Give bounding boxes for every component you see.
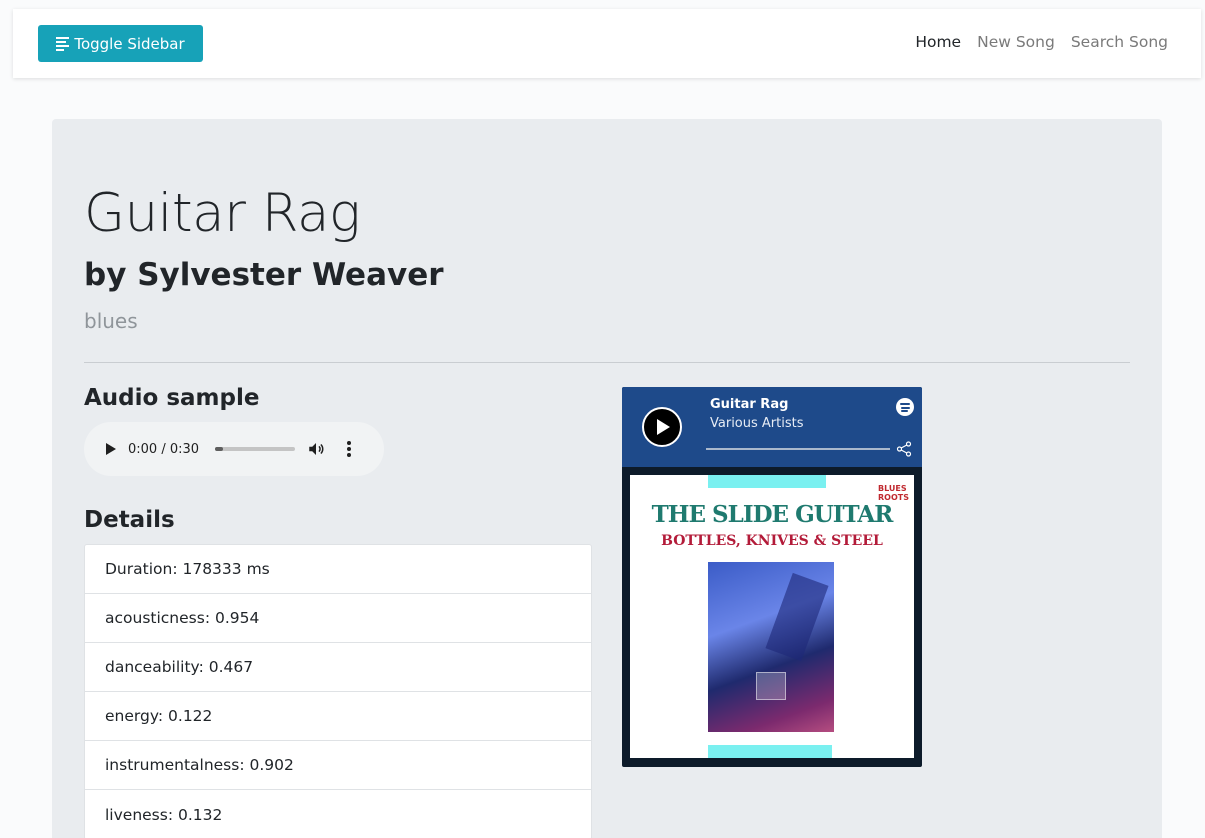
navbar: Toggle Sidebar Home New Song Search Song bbox=[13, 9, 1201, 78]
more-options-icon[interactable] bbox=[347, 441, 352, 457]
details-list: Duration: 178333 ms acousticness: 0.954 … bbox=[84, 544, 592, 838]
volume-icon[interactable] bbox=[307, 440, 325, 458]
song-genre: blues bbox=[84, 309, 138, 333]
cover-photo bbox=[708, 562, 834, 732]
song-title: Guitar Rag bbox=[84, 183, 361, 244]
song-jumbotron: Guitar Rag by Sylvester Weaver blues Aud… bbox=[52, 119, 1162, 838]
share-icon[interactable] bbox=[896, 441, 912, 457]
details-heading: Details bbox=[84, 507, 175, 533]
spotify-progress-bar[interactable] bbox=[706, 448, 890, 450]
song-artist: by Sylvester Weaver bbox=[84, 257, 444, 293]
list-item: Duration: 178333 ms bbox=[85, 545, 591, 594]
cover-decoration bbox=[708, 745, 832, 758]
spotify-play-button[interactable] bbox=[642, 407, 682, 447]
list-item: acousticness: 0.954 bbox=[85, 594, 591, 643]
spotify-logo-icon[interactable] bbox=[896, 398, 914, 416]
cover-badge: BLUES ROOTS bbox=[878, 484, 909, 502]
audio-progress-bar[interactable] bbox=[215, 447, 296, 451]
cover-subtitle-text: BOTTLES, KNIVES & STEEL bbox=[661, 533, 883, 549]
audio-time: 0:00 / 0:30 bbox=[128, 441, 200, 457]
album-cover-image[interactable]: BLUES ROOTS THE SLIDE GUITAR BOTTLES, KN… bbox=[630, 475, 914, 758]
toggle-sidebar-label: Toggle Sidebar bbox=[74, 34, 185, 53]
list-item: liveness: 0.132 bbox=[105, 805, 223, 824]
cover-title-text: THE SLIDE GUITAR bbox=[651, 501, 894, 528]
menu-icon bbox=[56, 36, 70, 51]
cover-decoration bbox=[708, 475, 826, 488]
play-icon bbox=[657, 419, 670, 435]
toggle-sidebar-button[interactable]: Toggle Sidebar bbox=[38, 25, 203, 62]
spotify-embed: Guitar Rag Various Artists BLUES ROOTS T… bbox=[622, 387, 922, 767]
play-icon[interactable] bbox=[106, 443, 116, 455]
list-item: danceability: 0.467 bbox=[85, 643, 591, 692]
nav-link-search-song[interactable]: Search Song bbox=[1071, 33, 1168, 51]
audio-sample-heading: Audio sample bbox=[84, 385, 260, 411]
nav-links: Home New Song Search Song bbox=[915, 33, 1168, 51]
divider bbox=[84, 362, 1130, 363]
audio-player[interactable]: 0:00 / 0:30 bbox=[84, 422, 384, 476]
list-item: instrumentalness: 0.902 bbox=[85, 741, 591, 790]
spotify-track-title[interactable]: Guitar Rag bbox=[710, 397, 788, 412]
list-item: energy: 0.122 bbox=[85, 692, 591, 741]
nav-link-new-song[interactable]: New Song bbox=[977, 33, 1055, 51]
nav-link-home[interactable]: Home bbox=[915, 33, 961, 51]
spotify-embed-header: Guitar Rag Various Artists bbox=[622, 387, 922, 467]
spotify-artist[interactable]: Various Artists bbox=[710, 416, 804, 431]
